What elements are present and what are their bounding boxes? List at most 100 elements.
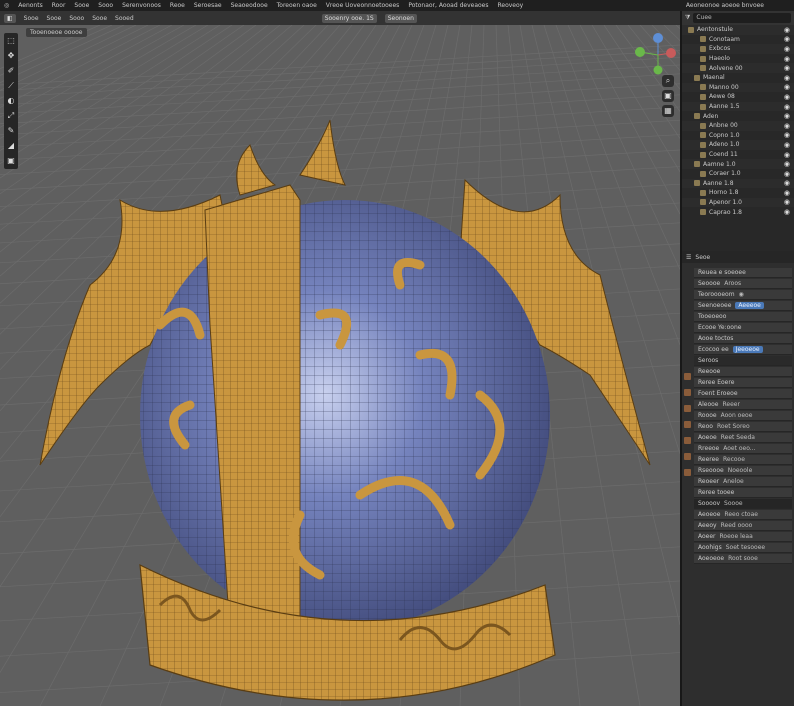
visibility-eye-icon[interactable]: ◉ [784,93,790,101]
menu-item[interactable]: Sooo [98,2,113,9]
output-tab-icon[interactable] [684,389,691,396]
property-value[interactable]: Reeo ctoae [724,511,758,518]
grid-icon[interactable]: ▦ [662,105,674,117]
property-row[interactable]: Aoeoeoe Root sooe [694,554,792,564]
visibility-eye-icon[interactable]: ◉ [784,208,790,216]
property-row[interactable]: Tooeoeoo [694,312,792,322]
x-axis-icon[interactable] [666,48,676,58]
visibility-eye-icon[interactable]: ◉ [784,64,790,72]
annotate-icon[interactable]: ✎ [5,125,17,137]
property-value[interactable]: Roet Soreo [717,423,750,430]
property-row[interactable]: Rseoooe Noeoole [694,466,792,476]
property-value[interactable]: Reeer [723,401,740,408]
property-value[interactable]: Root sooe [728,555,758,562]
shading-button[interactable]: Seonoen [384,13,417,23]
object-tab-icon[interactable] [684,437,691,444]
visibility-eye-icon[interactable]: ◉ [784,170,790,178]
outliner-row[interactable]: Exbcos ◉ [682,44,794,54]
visibility-eye-icon[interactable]: ◉ [784,55,790,63]
property-row[interactable]: Aooe toctos [694,334,792,344]
header-menu-item[interactable]: Sooe [92,15,107,22]
editor-type-button[interactable]: ◧ [4,13,16,23]
visibility-eye-icon[interactable]: ◉ [784,141,790,149]
transform-icon[interactable]: ⤢ [5,110,17,122]
material-tab-icon[interactable] [684,469,691,476]
properties-tab[interactable]: Seoe [695,254,710,261]
visibility-eye-icon[interactable]: ◉ [784,160,790,168]
property-row[interactable]: Seroos [694,356,792,366]
scene-tab-icon[interactable] [684,405,691,412]
property-row[interactable]: Reeooe [694,367,792,377]
visibility-eye-icon[interactable]: ◉ [784,45,790,53]
outliner-row[interactable]: Conotaam ◉ [682,35,794,45]
outliner-search-input[interactable]: Cuee [693,13,791,23]
visibility-eye-icon[interactable]: ◉ [784,131,790,139]
outliner-row[interactable]: Aanne 1.8 ◉ [682,178,794,189]
property-row[interactable]: Rreeoe Aoet oeo... [694,444,792,454]
property-value[interactable]: Soet tesooee [726,544,765,551]
header-menu-item[interactable]: Sooo [69,15,84,22]
filter-icon[interactable]: ⧩ [685,14,690,22]
menu-item[interactable]: Seaoeodooe [231,2,268,9]
property-row[interactable]: Seoooe Aroos [694,279,792,289]
visibility-eye-icon[interactable]: ◉ [784,74,790,82]
property-row[interactable]: Soooov Soooe [694,499,792,509]
visibility-eye-icon[interactable]: ◉ [784,198,790,206]
outliner-row[interactable]: Anbne 00 ◉ [682,120,794,131]
property-row[interactable]: Reree tooee [694,488,792,498]
property-row[interactable]: Seenoeoee Aeeeoe [694,301,792,311]
property-value[interactable]: Roeoe leaa [720,533,753,540]
3d-viewport[interactable]: Tooenoeoe ooooe ⬚ ✥ ✐ ⟋ ◐ ⤢ ✎ ◢ ▣ ⌕ ▣ ▦ [0,25,680,706]
property-value[interactable]: Aneloe [723,478,744,485]
zoom-icon[interactable]: ⌕ [662,75,674,87]
outliner-row[interactable]: Coraer 1.0 ◉ [682,169,794,179]
property-row[interactable]: Aoeoe Reet Seeda [694,433,792,443]
select-icon[interactable]: ⬚ [5,35,17,47]
property-value[interactable]: Aeeeoe [735,302,764,309]
y-axis-icon[interactable] [635,47,645,57]
property-row[interactable]: Foent Eroeoe [694,389,792,399]
menu-item[interactable]: Reoe [170,2,185,9]
property-row[interactable]: Teoroooeom ◉ [694,290,792,300]
visibility-eye-icon[interactable]: ◉ [784,179,790,187]
property-value[interactable]: Aoon oeoe [721,412,753,419]
visibility-eye-icon[interactable]: ◉ [784,151,790,159]
outliner-row[interactable]: Copno 1.0 ◉ [682,131,794,141]
property-row[interactable]: Reree Eoere [694,378,792,388]
property-value[interactable]: Reet Seeda [721,434,755,441]
outliner-row[interactable]: Manno 00 ◉ [682,82,794,93]
visibility-eye-icon[interactable]: ◉ [784,26,790,34]
outliner-row[interactable]: Coend 11 ◉ [682,150,794,160]
blender-logo-icon[interactable]: ◎ [4,2,9,9]
visibility-eye-icon[interactable]: ◉ [784,103,790,111]
z-axis-icon[interactable] [653,33,663,43]
outliner-row[interactable]: Aden ◉ [682,111,794,121]
menu-item[interactable]: Toreoen oaoe [277,2,317,9]
property-row[interactable]: Aleooe Reeer [694,400,792,410]
property-row[interactable]: Aoeer Roeoe leaa [694,532,792,542]
outliner-row[interactable]: Aanne 1.5 ◉ [682,101,794,112]
property-row[interactable]: Reoo Roet Soreo [694,422,792,432]
visibility-eye-icon[interactable]: ◉ [784,35,790,43]
visibility-eye-icon[interactable]: ◉ [784,189,790,197]
property-row[interactable]: Aeeoy Reed oooo [694,521,792,531]
outliner-row[interactable]: Aentonstule ◉ [682,25,794,35]
move-icon[interactable]: ✐ [5,65,17,77]
outliner-row[interactable]: Horno 1.8 ◉ [682,188,794,198]
menu-item[interactable]: Roor [52,2,66,9]
outliner-row[interactable]: Aewe 08 ◉ [682,92,794,102]
menu-item[interactable]: Vreoe Uoveonnoetooees [326,2,400,9]
view-layer-button[interactable]: Sooenry ooe. 1S [321,13,377,23]
outliner-row[interactable]: Maenal ◉ [682,73,794,83]
outliner-row[interactable]: Haeolo ◉ [682,54,794,64]
add-cube-icon[interactable]: ▣ [5,155,17,167]
property-value[interactable]: Aroos [724,280,741,287]
property-value[interactable]: Jeeoeoe [732,346,763,353]
visibility-eye-icon[interactable]: ◉ [784,83,790,91]
visibility-eye-icon[interactable]: ◉ [784,112,790,120]
neg-y-axis-icon[interactable] [653,65,663,75]
outliner-row[interactable]: Apenor 1.0 ◉ [682,197,794,208]
visibility-eye-icon[interactable]: ◉ [784,122,790,130]
outliner-row[interactable]: Aamne 1.0 ◉ [682,159,794,169]
header-menu-item[interactable]: Sooed [115,15,134,22]
